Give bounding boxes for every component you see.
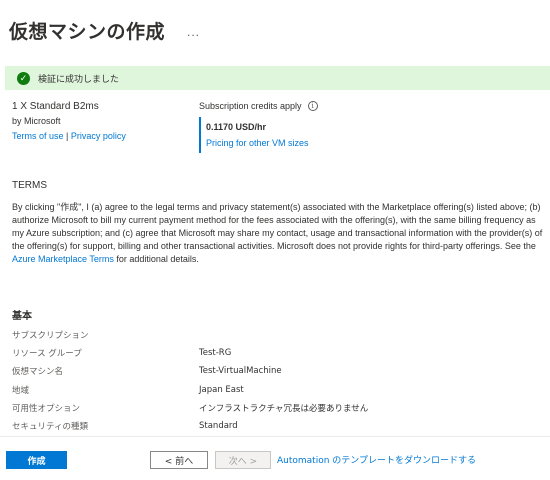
price-block: 0.1170 USD/hr Pricing for other VM sizes [199,117,318,153]
summary-value: Test-VirtualMachine [199,366,282,377]
terms-text: By clicking "作成", I (a) agree to the leg… [12,202,543,251]
terms-text-suffix: for additional details. [113,254,199,264]
validation-message: 検証に成功しました [38,74,120,85]
credits-row: Subscription credits apply i [199,99,318,113]
summary-row: サブスクリプション [12,326,532,344]
page-title: 仮想マシンの作成 [9,20,166,43]
summary-label: セキュリティの種類 [12,422,88,433]
footer-divider [0,436,550,437]
info-icon[interactable]: i [307,101,318,111]
summary-row: 仮想マシン名 Test-VirtualMachine [12,362,532,380]
summary-row: リソース グループ Test-RG [12,344,532,362]
summary-label: 可用性オプション [12,403,81,414]
pricing-summary: Subscription credits apply i 0.1170 USD/… [199,99,318,153]
summary-label: 仮想マシン名 [12,367,64,378]
summary-label: リソース グループ [12,349,82,360]
summary-label: 地域 [12,385,30,396]
next-button: 次へ > [215,451,271,469]
previous-button[interactable]: < 前へ [150,451,208,469]
offer-links: Terms of use | Privacy policy [12,129,126,144]
price-value: 0.1170 USD/hr [206,122,267,132]
summary-row: 地域 Japan East [12,381,532,399]
marketplace-terms-link[interactable]: Azure Marketplace Terms [12,254,114,264]
download-template-link[interactable]: Automation のテンプレートをダウンロードする [277,453,476,466]
summary-value: インフラストラクチャ冗長は必要ありません [199,403,369,414]
link-separator: | [66,131,69,141]
summary-value: Test-RG [199,348,232,359]
summary-value: Japan East [199,384,244,395]
summary-label: サブスクリプション [12,331,89,342]
offer-title: 1 X Standard B2ms [12,101,99,112]
offer-publisher: by Microsoft [12,116,61,126]
privacy-policy-link[interactable]: Privacy policy [71,131,126,141]
terms-of-use-link[interactable]: Terms of use [12,131,64,141]
terms-heading: TERMS [12,180,47,191]
page-header: 仮想マシンの作成 ... [9,16,200,44]
create-button[interactable]: 作成 [6,451,67,469]
validation-banner: ✓ 検証に成功しました [5,66,550,90]
credits-label: Subscription credits apply [199,101,302,111]
check-circle-icon: ✓ [17,71,30,85]
basics-heading: 基本 [12,311,32,322]
summary-row: 可用性オプション インフラストラクチャ冗長は必要ありません [12,399,532,417]
terms-body: By clicking "作成", I (a) agree to the leg… [12,201,544,266]
more-options-button[interactable]: ... [187,25,200,39]
basics-summary: サブスクリプション リソース グループ Test-RG 仮想マシン名 Test-… [12,326,532,435]
pricing-link[interactable]: Pricing for other VM sizes [206,135,318,151]
offer-summary: 1 X Standard B2ms by Microsoft Terms of … [12,99,126,144]
summary-row: セキュリティの種類 Standard [12,417,532,435]
summary-value: Standard [199,421,238,432]
